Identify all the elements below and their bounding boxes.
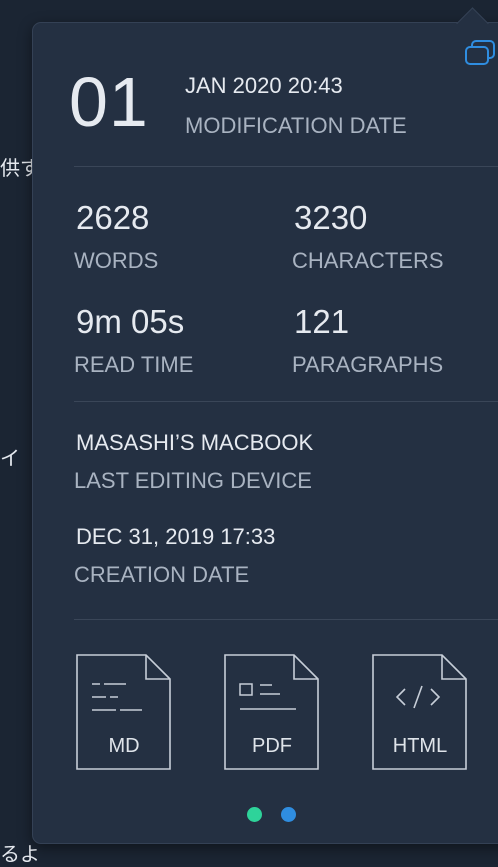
words-count: 2628 — [76, 199, 150, 236]
words-label: WORDS — [74, 248, 159, 273]
background-text-fragment: イ — [0, 446, 20, 470]
characters-label: CHARACTERS — [292, 248, 444, 273]
modification-datetime: JAN 2020 20:43 — [185, 73, 343, 98]
last-editing-device-value: MASASHI’S MACBOOK — [76, 430, 314, 455]
paragraphs-label: PARAGRAPHS — [292, 352, 444, 377]
export-html-label: HTML — [392, 735, 448, 757]
last-editing-device-label: LAST EDITING DEVICE — [74, 468, 312, 493]
creation-date-label: CREATION DATE — [74, 562, 250, 587]
read-time-label: READ TIME — [74, 352, 194, 377]
divider — [74, 619, 498, 620]
characters-count: 3230 — [294, 199, 368, 236]
creation-date-value: DEC 31, 2019 17:33 — [76, 524, 276, 549]
divider — [74, 401, 498, 402]
popover-arrow — [456, 7, 489, 40]
page-dot-1[interactable] — [247, 807, 262, 822]
export-pdf-button[interactable]: PDF — [224, 654, 320, 770]
background-text-fragment: るよ — [0, 842, 40, 866]
document-info-popover: 01 JAN 2020 20:43 MODIFICATION DATE 2628… — [32, 7, 498, 844]
paragraphs-count: 121 — [294, 303, 350, 340]
export-md-label: MD — [108, 735, 140, 757]
page-dot-2[interactable] — [281, 807, 296, 822]
export-pdf-label: PDF — [252, 735, 292, 757]
read-time-value: 9m 05s — [76, 303, 185, 340]
copy-icon[interactable] — [463, 39, 497, 67]
export-html-button[interactable]: HTML — [372, 654, 468, 770]
modification-day: 01 — [69, 63, 149, 141]
export-md-button[interactable]: MD — [76, 654, 172, 770]
modification-date-label: MODIFICATION DATE — [185, 113, 407, 138]
divider — [74, 166, 498, 167]
